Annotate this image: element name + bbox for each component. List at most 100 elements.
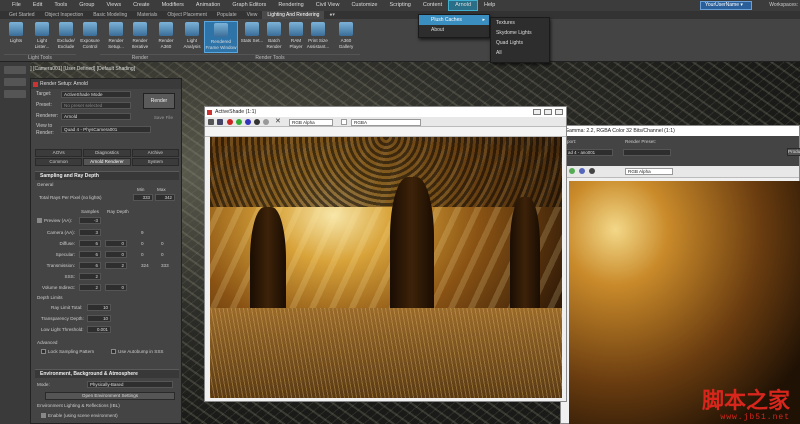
strip-button[interactable] bbox=[4, 90, 26, 98]
menu-content[interactable]: Content bbox=[417, 0, 448, 11]
open-environment-settings-button[interactable]: Open Environment Settings bbox=[45, 392, 175, 400]
ribbon-tab[interactable]: View bbox=[242, 11, 263, 19]
channel-alpha-icon[interactable] bbox=[589, 168, 595, 174]
channel-blue-icon[interactable] bbox=[245, 119, 251, 125]
maximize-button[interactable] bbox=[544, 109, 552, 115]
render-button[interactable]: Render bbox=[143, 93, 175, 109]
channel-select[interactable]: RGB Alpha bbox=[625, 168, 673, 175]
mode-select[interactable]: Physically-Based bbox=[87, 381, 173, 388]
save-image-icon[interactable] bbox=[208, 119, 214, 125]
samples-input[interactable]: 2 bbox=[79, 273, 101, 280]
ray-limit-input[interactable]: 10 bbox=[87, 304, 111, 311]
ray-depth-input[interactable]: 0 bbox=[105, 284, 127, 291]
menu-scripting[interactable]: Scripting bbox=[383, 0, 416, 11]
menu-animation[interactable]: Animation bbox=[190, 0, 226, 11]
samples-input[interactable]: 6 bbox=[79, 262, 101, 269]
ribbon-button[interactable]: Batch Render bbox=[262, 21, 286, 53]
render-setup-tab[interactable]: Arnold Renderer bbox=[83, 158, 131, 166]
ribbon-button[interactable]: Light Lister... bbox=[30, 21, 54, 53]
ribbon-tab[interactable]: Materials bbox=[132, 11, 162, 19]
ribbon-button[interactable]: Print Size Assistant... bbox=[306, 21, 330, 53]
menu-modifiers[interactable]: Modifiers bbox=[156, 0, 190, 11]
menu-graph-editors[interactable]: Graph Editors bbox=[226, 0, 272, 11]
low-light-input[interactable]: 0.001 bbox=[87, 326, 111, 333]
samples-input[interactable]: 3 bbox=[79, 229, 101, 236]
channel-select[interactable]: RGB Alpha bbox=[289, 119, 333, 126]
environment-section-header[interactable]: Environment, Background & Atmosphere bbox=[35, 369, 179, 378]
samples-input[interactable]: 6 bbox=[79, 240, 101, 247]
viewport-label[interactable]: [+] [Camera001] [User Defined] [Default … bbox=[26, 66, 135, 72]
samples-input[interactable]: 6 bbox=[79, 251, 101, 258]
clear-icon[interactable]: ✕ bbox=[275, 118, 281, 125]
channel-alpha-icon[interactable] bbox=[254, 119, 260, 125]
strip-button[interactable] bbox=[4, 78, 26, 86]
menu-views[interactable]: Views bbox=[101, 0, 128, 11]
menu-help[interactable]: Help bbox=[478, 0, 501, 11]
display-mode-select[interactable]: RGBA bbox=[351, 119, 421, 126]
enable-ibl-checkbox[interactable] bbox=[41, 413, 46, 418]
preset-select[interactable]: No preset selected bbox=[61, 102, 131, 109]
transparency-depth-input[interactable]: 10 bbox=[87, 315, 111, 322]
ribbon-tab[interactable]: Get Started bbox=[4, 11, 40, 19]
frame-window-titlebar[interactable]: Gamma: 2.2, RGBA Color 32 Bits/Channel (… bbox=[561, 126, 799, 136]
sampling-section-header[interactable]: Sampling and Ray Depth bbox=[35, 171, 179, 180]
render-setup-tab[interactable]: AOVs bbox=[35, 149, 83, 157]
ribbon-tab[interactable]: Object Placement bbox=[162, 11, 211, 19]
channel-blue-icon[interactable] bbox=[579, 168, 585, 174]
render-setup-tab[interactable]: Diagnostics bbox=[83, 149, 131, 157]
preview-checkbox[interactable] bbox=[37, 218, 42, 223]
menu-tools[interactable]: Tools bbox=[48, 0, 73, 11]
viewport-select[interactable]: ad 4 - ano001 bbox=[565, 149, 613, 156]
ray-depth-input[interactable]: 0 bbox=[105, 240, 127, 247]
render-setup-tab[interactable]: Archive bbox=[131, 149, 179, 157]
ribbon-button[interactable]: Stats Set... bbox=[240, 21, 264, 53]
monochrome-icon[interactable] bbox=[263, 119, 269, 125]
render-preset-select[interactable] bbox=[623, 149, 671, 156]
submenu-item-skydome-lights[interactable]: Skydome Lights bbox=[491, 28, 549, 38]
renderer-select[interactable]: Arnold bbox=[61, 113, 131, 120]
preview-samples[interactable]: -3 bbox=[79, 217, 101, 224]
ribbon-button[interactable]: Lights bbox=[4, 21, 28, 53]
menu-civil-view[interactable]: Civil View bbox=[310, 0, 346, 11]
ray-depth-input[interactable]: 2 bbox=[105, 262, 127, 269]
strip-button[interactable] bbox=[4, 66, 26, 74]
render-setup-tab[interactable]: System bbox=[131, 158, 179, 166]
ribbon-button[interactable]: Render Iterative bbox=[128, 21, 152, 53]
submenu-item-all[interactable]: All bbox=[491, 48, 549, 58]
minimize-button[interactable] bbox=[533, 109, 541, 115]
menu-group[interactable]: Group bbox=[73, 0, 100, 11]
menu-customize[interactable]: Customize bbox=[345, 0, 383, 11]
production-button[interactable]: Produ bbox=[787, 148, 800, 156]
user-account-dropdown[interactable]: YourUserName ▾ bbox=[700, 1, 752, 10]
ray-depth-input[interactable]: 0 bbox=[105, 251, 127, 258]
ribbon-button[interactable]: Render Setup... bbox=[104, 21, 128, 53]
menu-create[interactable]: Create bbox=[127, 0, 156, 11]
channel-red-icon[interactable] bbox=[227, 119, 233, 125]
color-swatch[interactable] bbox=[341, 119, 347, 125]
lock-sampling-checkbox[interactable] bbox=[41, 349, 46, 354]
submenu-item-textures[interactable]: Textures bbox=[491, 18, 549, 28]
render-setup-titlebar[interactable]: Render Setup: Arnold bbox=[31, 79, 181, 89]
submenu-item-quad-lights[interactable]: Quad Lights bbox=[491, 38, 549, 48]
copy-image-icon[interactable] bbox=[217, 119, 223, 125]
samples-input[interactable]: 2 bbox=[79, 284, 101, 291]
ribbon-button[interactable]: RAM Player bbox=[284, 21, 308, 53]
ribbon-button[interactable]: Light Analysis bbox=[180, 21, 204, 53]
render-setup-tab[interactable]: Common bbox=[35, 158, 83, 166]
ribbon-tab[interactable]: Populate bbox=[212, 11, 242, 19]
ribbon-button[interactable]: Exclude/ Exclude bbox=[54, 21, 78, 53]
view-to-render-select[interactable]: Quad 4 - PhysCamera001 bbox=[61, 126, 151, 133]
activeshade-titlebar[interactable]: ActiveShade (1:1) bbox=[205, 107, 566, 117]
autobump-checkbox[interactable] bbox=[111, 349, 116, 354]
ribbon-button[interactable]: Rendered Frame Window bbox=[204, 21, 238, 53]
ribbon-tab[interactable]: Basic Modeling bbox=[88, 11, 132, 19]
menu-rendering[interactable]: Rendering bbox=[272, 0, 309, 11]
ribbon-tab[interactable]: Object Inspection bbox=[40, 11, 89, 19]
ribbon-button[interactable]: Exposure Control bbox=[78, 21, 102, 53]
menu-edit[interactable]: Edit bbox=[27, 0, 48, 11]
channel-green-icon[interactable] bbox=[236, 119, 242, 125]
menu-file[interactable]: File bbox=[6, 0, 27, 11]
target-select[interactable]: ActiveShade Mode bbox=[61, 91, 131, 98]
menu-item-about[interactable]: About bbox=[419, 25, 489, 35]
ribbon-button[interactable]: A360 Gallery bbox=[334, 21, 358, 53]
